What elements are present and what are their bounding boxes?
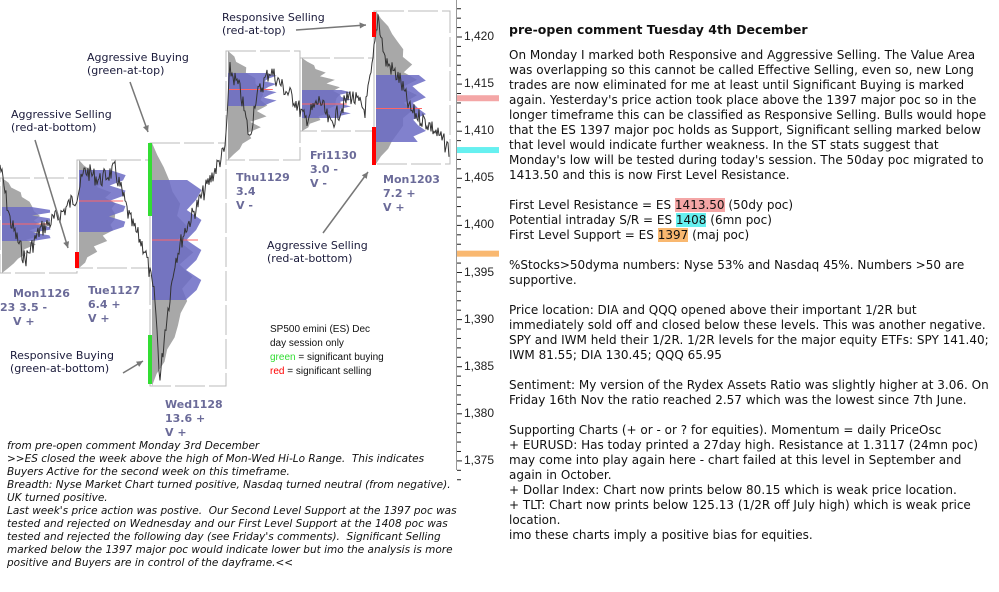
significant-buying-bar	[148, 335, 152, 384]
arrow-head-icon	[361, 172, 368, 179]
y-tick-label: 1,385	[464, 358, 495, 373]
legend-green: green = significant buying	[270, 352, 384, 363]
significant-selling-bar	[75, 252, 79, 268]
y-tick-label: 1,410	[464, 123, 495, 138]
annotation-aggressive-selling-2: Aggressive Selling (red-at-bottom)	[267, 239, 368, 265]
session-label-wed1128: Wed1128 13.6 + V +	[165, 398, 223, 439]
y-tick-label: 1,415	[464, 76, 495, 91]
arrow-head-icon	[359, 22, 366, 29]
y-tick-label: 1,405	[464, 170, 495, 185]
chart-legend: SP500 emini (ES) Dec day session only gr…	[270, 323, 384, 379]
level-marker	[457, 95, 499, 102]
level-marker	[457, 147, 499, 154]
previous-comment-line: Last week's price action was postive. Ou…	[7, 505, 460, 569]
significant-selling-bar	[372, 127, 376, 165]
y-tick-label: 1,390	[464, 311, 495, 326]
key-levels: First Level Resistance = ES 1413.50 (50d…	[509, 198, 794, 242]
support-level: 1397	[657, 228, 689, 242]
session-label-fri1130: Fri1130 3.0 - V -	[310, 149, 357, 190]
intraday-level: 1408	[675, 213, 707, 227]
annotation-responsive-buying: Responsive Buying (green-at-bottom)	[10, 349, 114, 375]
legend-session: day session only	[270, 338, 344, 349]
y-tick-label: 1,375	[464, 452, 495, 467]
legend-instrument: SP500 emini (ES) Dec	[270, 324, 371, 335]
y-tick-label: 1,395	[464, 264, 495, 279]
annotation-aggressive-buying: Aggressive Buying (green-at-top)	[87, 51, 189, 77]
commentary-title: pre-open comment Tuesday 4th December	[509, 22, 808, 37]
y-tick-label: 1,400	[464, 217, 495, 232]
significant-buying-bar	[148, 143, 152, 216]
legend-red: red = significant selling	[270, 366, 372, 377]
session-label-mon1126: Mon1126 23 3.5 - V +	[0, 287, 70, 328]
annotation-aggressive-selling-1: Aggressive Selling (red-at-bottom)	[11, 108, 112, 134]
y-tick-label: 1,380	[464, 405, 495, 420]
session-label-tue1127: Tue1127 6.4 + V +	[88, 284, 141, 325]
commentary-price-location: Price location: DIA and QQQ opened above…	[509, 303, 989, 362]
commentary-paragraph-1: On Monday I marked both Responsive and A…	[509, 48, 987, 182]
y-tick-label: 1,420	[464, 29, 495, 43]
annotation-responsive-selling: Responsive Selling (red-at-top)	[222, 11, 325, 37]
resistance-level: 1413.50	[674, 198, 725, 212]
level-marker	[457, 250, 499, 257]
commentary-panel: pre-open comment Tuesday 4th December On…	[509, 22, 994, 558]
arrow-head-icon	[143, 125, 149, 132]
session-label-mon1203: Mon1203 7.2 + V +	[383, 173, 440, 214]
chart-image: Responsive Selling (red-at-top) Aggressi…	[0, 0, 999, 592]
arrow-icon	[129, 81, 149, 133]
commentary-breadth: %Stocks>50dyma numbers: Nyse 53% and Nas…	[509, 258, 965, 287]
commentary-supporting-charts: Supporting Charts (+ or - or ? for equit…	[509, 423, 979, 542]
previous-comment: from pre-open comment Monday 3rd Decembe…	[7, 440, 457, 570]
previous-comment-heading: from pre-open comment Monday 3rd Decembe…	[7, 440, 260, 452]
commentary-sentiment: Sentiment: My version of the Rydex Asset…	[509, 378, 989, 407]
significant-selling-bar	[372, 12, 376, 37]
session-label-thu1129: Thu1129 3.4 V -	[236, 171, 290, 212]
previous-comment-line: Breadth: Nyse Market Chart turned positi…	[7, 479, 458, 504]
previous-comment-line: >>ES closed the week above the high of M…	[7, 453, 428, 478]
